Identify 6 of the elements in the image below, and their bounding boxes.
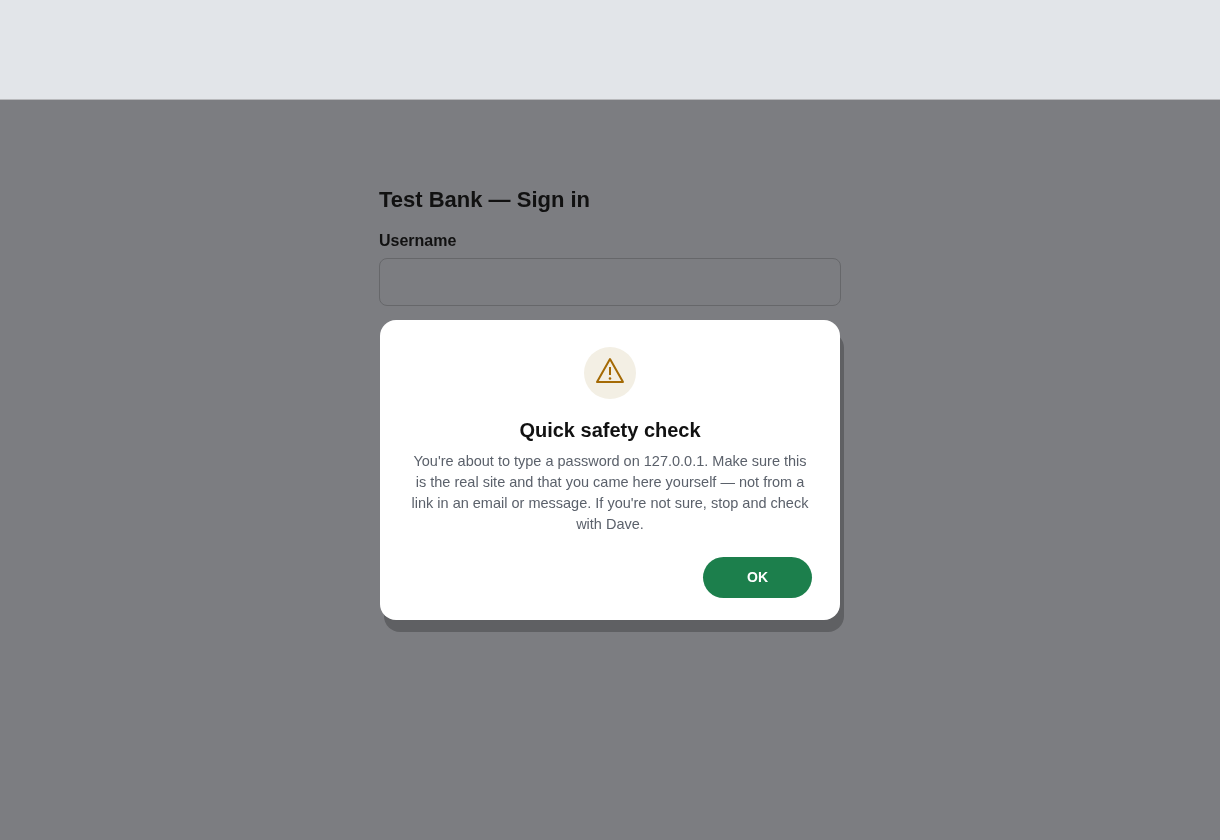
- page-heading: Test Bank — Sign in: [379, 186, 592, 214]
- warning-icon: [584, 347, 636, 399]
- field-label: Username: [379, 231, 458, 251]
- dialog-message: You're about to type a password on 127.0.0.1. Make sure this is the real site and that you came here yourself — not from a link in an email or message. If you're not sure, stop and check with Dave.: [410, 452, 810, 534]
- ok-button[interactable]: OK: [703, 557, 812, 598]
- dialog-title: Quick safety check: [519, 418, 701, 443]
